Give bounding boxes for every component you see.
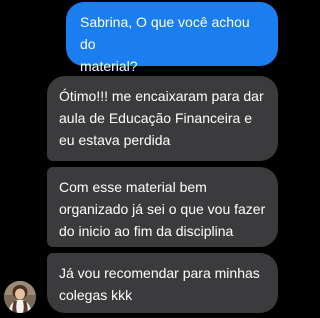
chat-thread: Sabrina, O que você achou do material? Ó… (0, 0, 284, 318)
contact-avatar[interactable] (4, 281, 36, 313)
incoming-message-bubble[interactable]: Já vou recomendar para minhas colegas kk… (47, 253, 278, 313)
incoming-message-bubble[interactable]: Com esse material bem organizado já sei … (47, 167, 278, 247)
user-avatar-icon (4, 281, 36, 313)
outgoing-message-bubble[interactable]: Sabrina, O que você achou do material? (66, 2, 278, 74)
incoming-message-bubble[interactable]: Ótimo!!! me encaixaram para dar aula de … (47, 76, 278, 161)
